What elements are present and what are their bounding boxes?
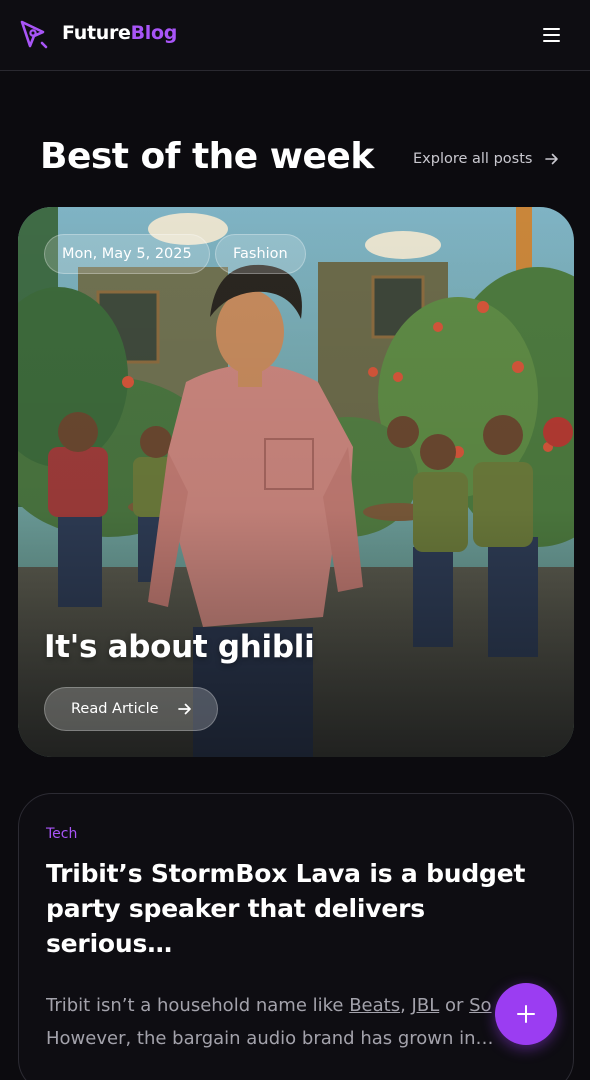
read-article-label: Read Article (71, 701, 159, 717)
featured-article-title[interactable]: It's about ghibli (44, 629, 315, 665)
article-excerpt: Tribit isn’t a household name like Beats… (46, 989, 516, 1055)
featured-article-image (18, 207, 574, 757)
article-card[interactable]: Tech Tribit’s StormBox Lava is a budget … (18, 793, 574, 1080)
date-chip: Mon, May 5, 2025 (44, 234, 210, 274)
brand-name-part1: Future (62, 22, 131, 44)
article-title-line-1: Tribit’s StormBox Lava is a budget (46, 859, 526, 888)
excerpt-or: or (439, 995, 470, 1016)
brand-name-part2: Blog (130, 22, 178, 44)
read-article-button[interactable]: Read Article (44, 687, 218, 731)
beats-link[interactable]: Beats (349, 995, 400, 1016)
article-title-line-2: party speaker that delivers serious… (46, 894, 425, 958)
article-excerpt-line-2: However, the bargain audio brand has gro… (46, 1028, 494, 1049)
article-category[interactable]: Tech (46, 826, 77, 842)
featured-article-card[interactable]: Mon, May 5, 2025 Fashion It's about ghib… (18, 207, 574, 757)
excerpt-text: Tribit isn’t a household name like (46, 995, 350, 1016)
article-excerpt-line-1: Tribit isn’t a household name like Beats… (46, 989, 516, 1022)
category-chip[interactable]: Fashion (215, 234, 306, 274)
excerpt-comma: , (400, 995, 412, 1016)
article-title[interactable]: Tribit’s StormBox Lava is a budget party… (46, 856, 546, 961)
explore-all-posts-link[interactable]: Explore all posts (413, 151, 559, 167)
top-navigation-bar: FutureBlog (0, 0, 590, 71)
sonos-link[interactable]: So (469, 995, 491, 1016)
pen-nib-icon[interactable] (18, 19, 48, 49)
section-title: Best of the week (40, 136, 374, 177)
plus-icon-vertical (525, 1005, 527, 1023)
add-post-button[interactable] (495, 983, 557, 1045)
hamburger-menu-icon[interactable] (540, 25, 564, 45)
arrow-right-icon (545, 153, 558, 165)
brand-name[interactable]: FutureBlog (62, 22, 177, 44)
explore-all-posts-label: Explore all posts (413, 151, 533, 167)
jbl-link[interactable]: JBL (412, 995, 440, 1016)
arrow-right-icon (178, 703, 191, 715)
